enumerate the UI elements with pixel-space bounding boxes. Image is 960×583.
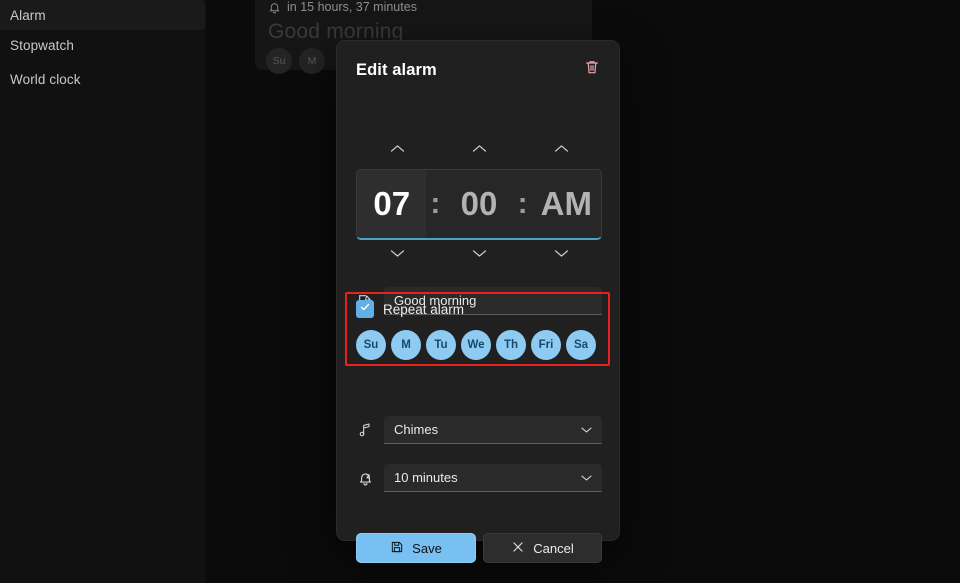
music-note-icon: [356, 421, 374, 439]
edit-alarm-dialog: Edit alarm 07: 00: AM Good morning Rep…: [336, 40, 620, 563]
close-x-icon: [511, 540, 525, 557]
meridiem-value[interactable]: AM: [532, 170, 601, 238]
repeat-alarm-label: Repeat alarm: [383, 301, 465, 317]
chevron-up-icon: [553, 141, 570, 159]
sidebar: Alarm Stopwatch World clock: [0, 0, 206, 583]
trash-icon: [584, 59, 600, 80]
time-colon: :: [430, 187, 441, 220]
background-alarm-days: Su M: [266, 48, 325, 74]
chevron-down-icon: [389, 246, 406, 264]
delete-alarm-button[interactable]: [579, 56, 605, 82]
alarm-sound-value: Chimes: [394, 422, 439, 437]
dialog-footer: Save Cancel: [356, 533, 602, 563]
repeat-alarm-section: Repeat alarm Su M Tu We Th Fri Sa: [356, 299, 602, 360]
meridiem-down-button[interactable]: [520, 244, 602, 266]
minute-down-button[interactable]: [438, 244, 520, 266]
chevron-down-icon: [580, 470, 593, 485]
snooze-duration-row: 10 minutes: [356, 464, 602, 492]
repeat-day-row: Su M Tu We Th Fri Sa: [356, 330, 602, 360]
minute-up-button[interactable]: [438, 139, 520, 161]
time-increment-row: [356, 139, 602, 161]
snooze-bell-icon: [356, 469, 374, 487]
save-button-label: Save: [412, 540, 442, 556]
time-picker[interactable]: 07 : 00 : AM: [356, 169, 602, 240]
hour-value[interactable]: 07: [357, 170, 427, 238]
chevron-up-icon: [471, 141, 488, 159]
day-toggle-th[interactable]: Th: [496, 330, 526, 360]
chevron-up-icon: [389, 141, 406, 159]
countdown-text: in 15 hours, 37 minutes: [287, 0, 417, 14]
alarm-countdown: in 15 hours, 37 minutes: [268, 0, 417, 14]
background-day-chip: M: [299, 48, 325, 74]
day-toggle-sa[interactable]: Sa: [566, 330, 596, 360]
snooze-duration-select[interactable]: 10 minutes: [384, 464, 602, 492]
save-floppy-icon: [390, 540, 404, 557]
sidebar-item-stopwatch[interactable]: Stopwatch: [0, 30, 205, 60]
check-icon: [359, 300, 371, 318]
cancel-button-label: Cancel: [533, 540, 574, 556]
day-toggle-fr[interactable]: Fri: [531, 330, 561, 360]
snooze-duration-value: 10 minutes: [394, 470, 458, 485]
day-toggle-we[interactable]: We: [461, 330, 491, 360]
repeat-alarm-checkbox[interactable]: [356, 300, 374, 318]
sidebar-item-alarm[interactable]: Alarm: [0, 0, 205, 30]
time-decrement-row: [356, 244, 602, 266]
sidebar-item-label: Stopwatch: [10, 37, 74, 53]
dialog-title: Edit alarm: [356, 61, 437, 79]
repeat-alarm-toggle[interactable]: Repeat alarm: [356, 299, 602, 319]
alarm-sound-select[interactable]: Chimes: [384, 416, 602, 444]
chevron-down-icon: [580, 422, 593, 437]
day-toggle-mo[interactable]: M: [391, 330, 421, 360]
hour-up-button[interactable]: [356, 139, 438, 161]
minute-value[interactable]: 00: [444, 170, 513, 238]
meridiem-up-button[interactable]: [520, 139, 602, 161]
cancel-button[interactable]: Cancel: [483, 533, 602, 563]
background-day-chip: Su: [266, 48, 292, 74]
chevron-down-icon: [553, 246, 570, 264]
time-colon: :: [517, 187, 528, 220]
sidebar-item-label: Alarm: [10, 7, 46, 23]
bell-icon: [268, 1, 281, 14]
sidebar-item-label: World clock: [10, 71, 81, 87]
day-toggle-tu[interactable]: Tu: [426, 330, 456, 360]
chevron-down-icon: [471, 246, 488, 264]
clock-app-window: Alarm Stopwatch World clock in 15 hours,…: [0, 0, 960, 583]
sidebar-item-world-clock[interactable]: World clock: [0, 64, 205, 94]
alarm-sound-row: Chimes: [356, 416, 602, 444]
save-button[interactable]: Save: [356, 533, 476, 563]
hour-down-button[interactable]: [356, 244, 438, 266]
day-toggle-su[interactable]: Su: [356, 330, 386, 360]
